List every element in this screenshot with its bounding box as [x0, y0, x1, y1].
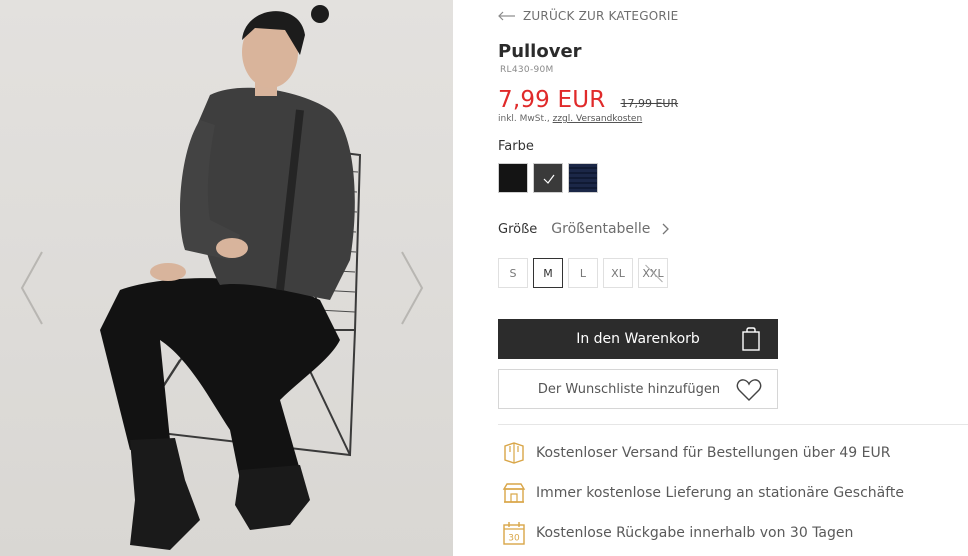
- size-label: Größe: [498, 221, 538, 237]
- size-option-l[interactable]: L: [568, 258, 598, 288]
- add-to-cart-label: In den Warenkorb: [576, 331, 700, 347]
- product-details: ZURÜCK ZUR KATEGORIE Pullover RL430-90M …: [498, 0, 968, 556]
- add-to-wishlist-label: Der Wunschliste hinzufügen: [537, 381, 721, 397]
- shopping-bag-icon: [742, 327, 760, 351]
- section-divider: [498, 424, 968, 425]
- shipping-costs-link[interactable]: zzgl. Versandkosten: [553, 114, 643, 124]
- color-swatches: [498, 163, 598, 193]
- color-swatch-black[interactable]: [498, 163, 528, 193]
- perk-free-shipping: Kostenloser Versand für Bestellungen übe…: [502, 441, 890, 465]
- chevron-right-icon: [401, 251, 424, 325]
- calendar-badge: 30: [508, 534, 520, 544]
- product-image-carousel[interactable]: [0, 0, 453, 556]
- add-to-wishlist-button[interactable]: Der Wunschliste hinzufügen: [498, 369, 778, 409]
- price-row: 7,99 EUR 17,99 EUR: [498, 87, 678, 113]
- tax-note: inkl. MwSt., zzgl. Versandkosten: [498, 114, 642, 124]
- back-link-label: ZURÜCK ZUR KATEGORIE: [523, 9, 679, 23]
- color-label: Farbe: [498, 139, 534, 154]
- size-chart-link[interactable]: Größentabelle: [551, 221, 650, 237]
- color-swatch-navy[interactable]: [568, 163, 598, 193]
- product-title: Pullover: [498, 41, 582, 62]
- color-swatch-dark-grey[interactable]: [533, 163, 563, 193]
- size-header: Größe Größentabelle: [498, 221, 670, 237]
- size-option-xxl[interactable]: XXL: [638, 258, 668, 288]
- size-option-s[interactable]: S: [498, 258, 528, 288]
- perk-text: Immer kostenlose Lieferung an stationäre…: [536, 485, 905, 501]
- store-icon: [502, 483, 526, 503]
- chevron-left-icon: [20, 251, 43, 325]
- current-price: 7,99 EUR: [498, 87, 606, 113]
- arrow-left-icon: [498, 11, 515, 21]
- size-options: S M L XL XXL: [498, 258, 668, 288]
- add-to-cart-button[interactable]: In den Warenkorb: [498, 319, 778, 359]
- checkmark-icon: [543, 174, 555, 184]
- back-to-category-link[interactable]: ZURÜCK ZUR KATEGORIE: [498, 7, 678, 25]
- perk-store-delivery: Immer kostenlose Lieferung an stationäre…: [502, 481, 904, 505]
- free-shipping-box-icon: [504, 442, 524, 464]
- size-option-xl[interactable]: XL: [603, 258, 633, 288]
- perk-free-returns: 30 Kostenlose Rückgabe innerhalb von 30 …: [502, 521, 853, 545]
- tax-prefix: inkl. MwSt.,: [498, 114, 550, 124]
- calendar-30-icon: 30: [503, 522, 525, 545]
- chevron-right-icon[interactable]: [662, 223, 670, 235]
- carousel-prev-button[interactable]: [18, 250, 46, 326]
- carousel-next-button[interactable]: [398, 250, 426, 326]
- product-sku: RL430-90M: [500, 65, 554, 75]
- old-price: 17,99 EUR: [620, 97, 679, 110]
- size-option-m[interactable]: M: [533, 258, 563, 288]
- perk-text: Kostenlose Rückgabe innerhalb von 30 Tag…: [536, 525, 854, 541]
- perk-text: Kostenloser Versand für Bestellungen übe…: [536, 445, 891, 461]
- heart-icon: [736, 379, 762, 401]
- product-photo: [100, 5, 362, 550]
